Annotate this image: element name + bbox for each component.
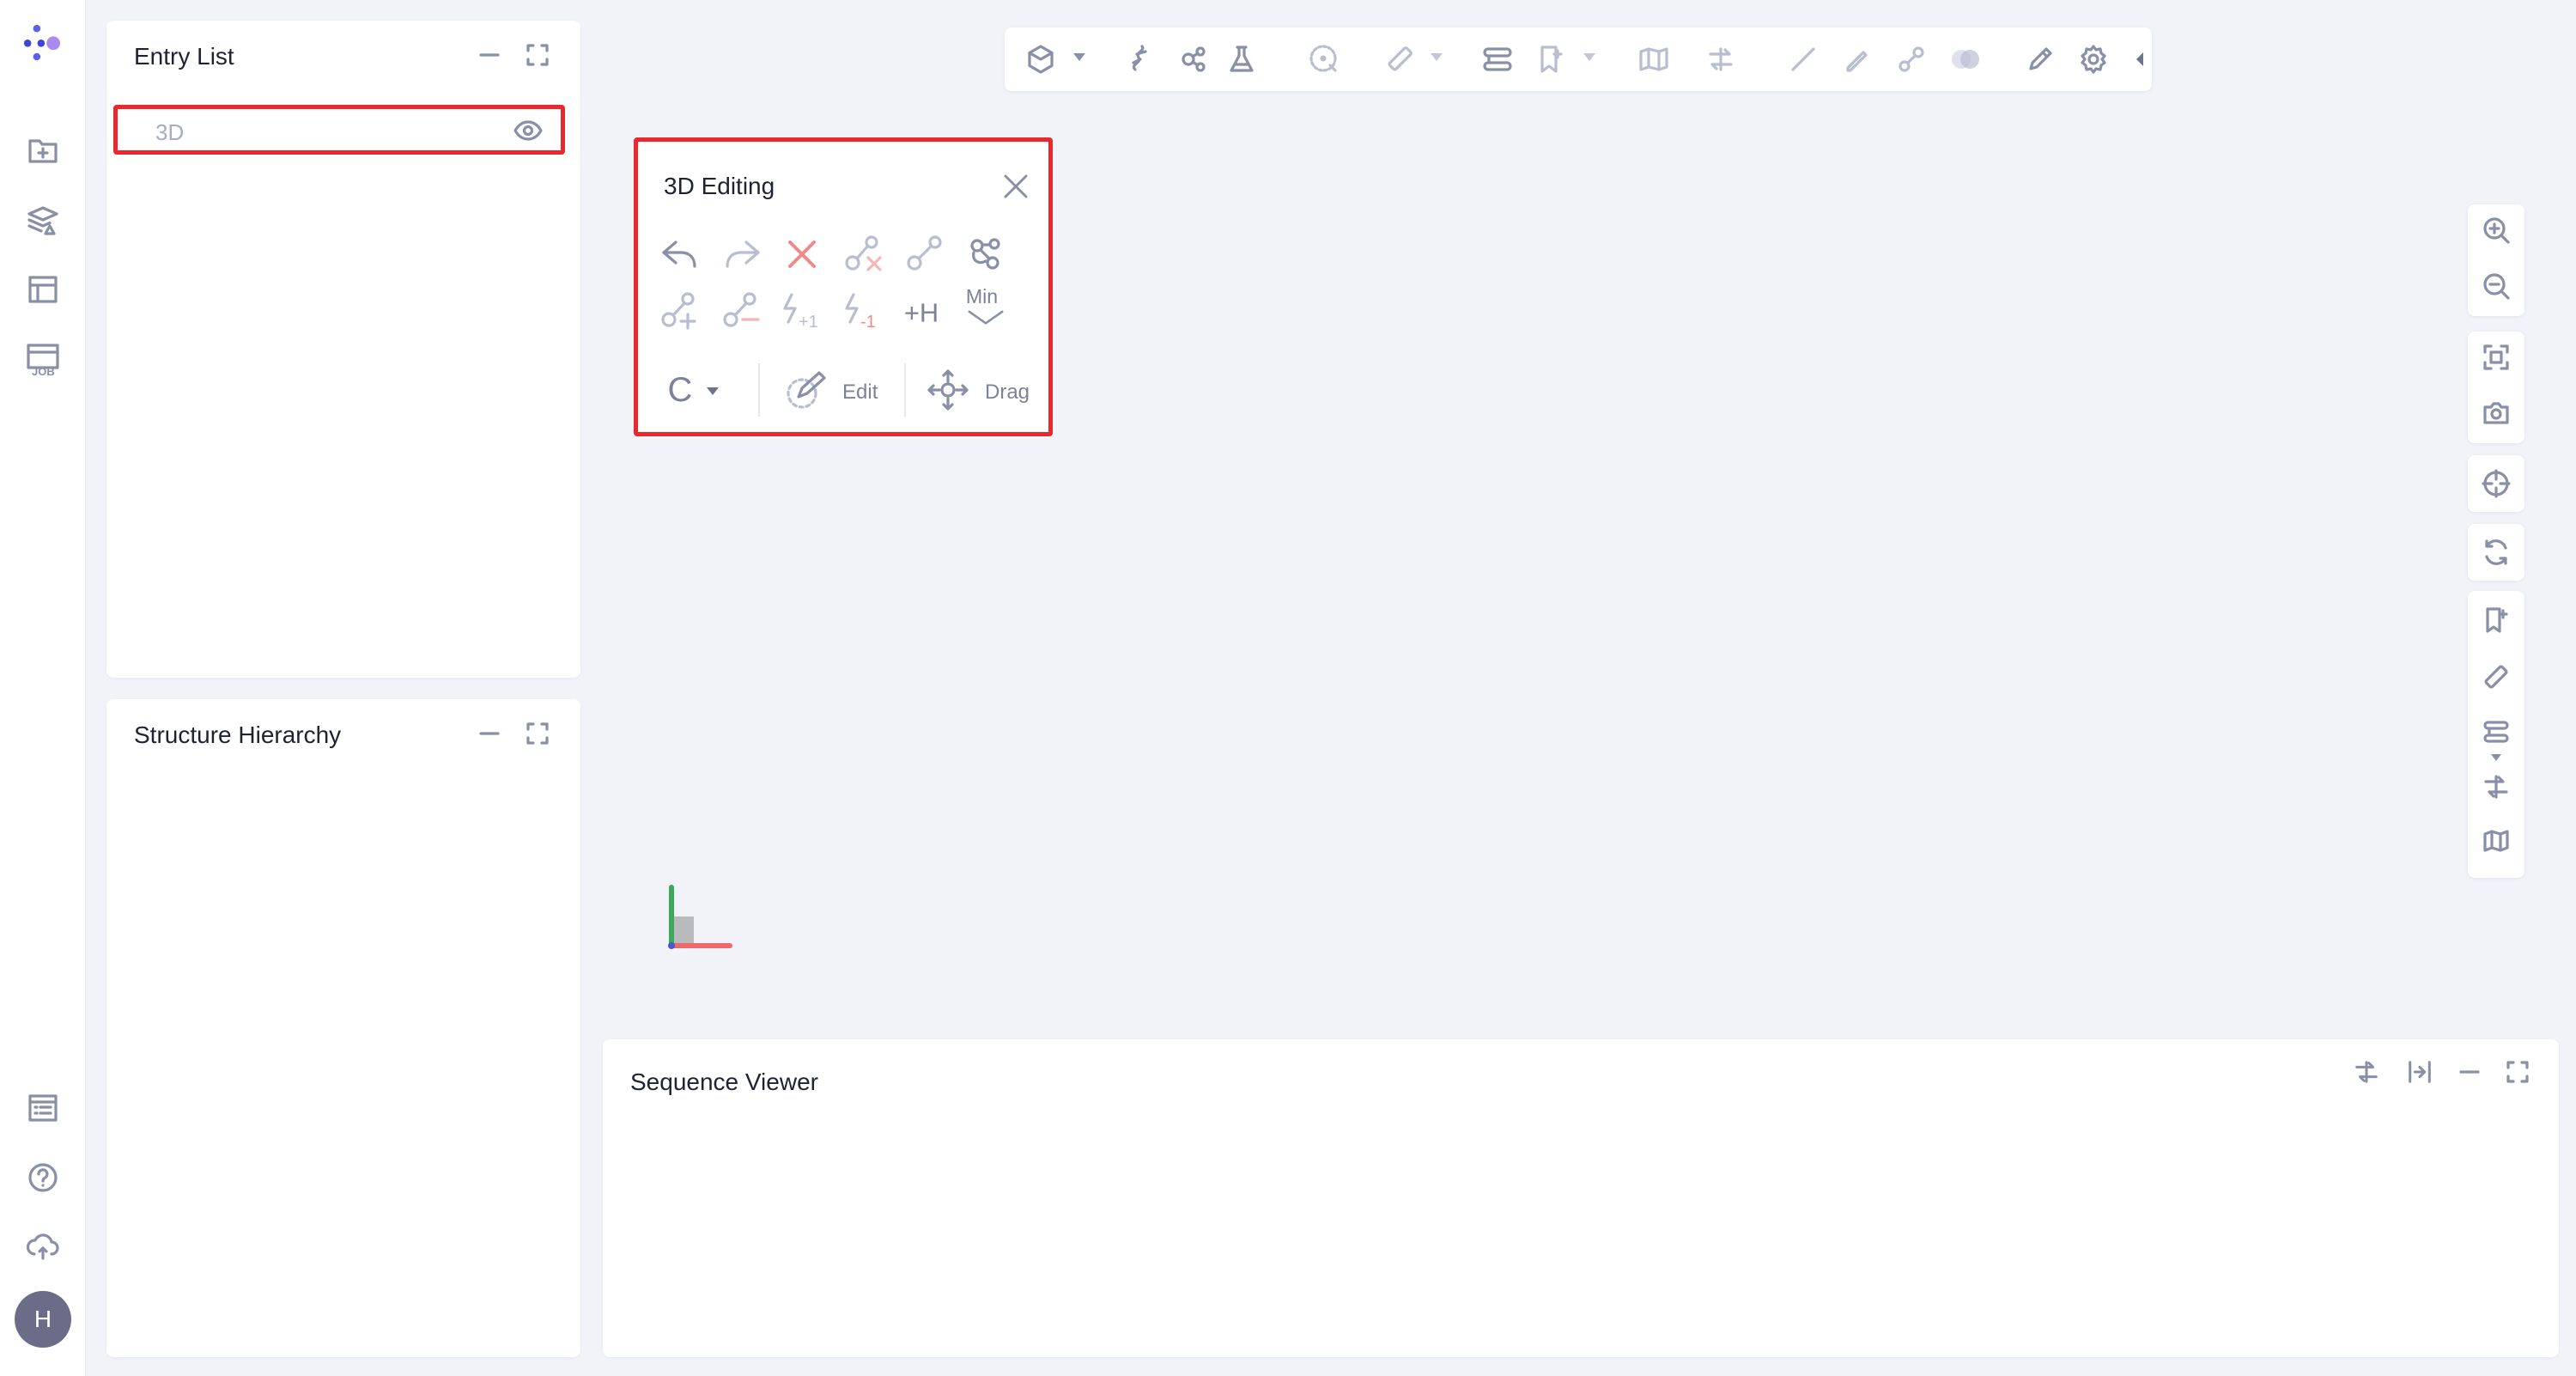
- entry-list-title: Entry List: [134, 43, 234, 70]
- left-rail: JOB H: [0, 0, 86, 1376]
- structure-hierarchy-title: Structure Hierarchy: [134, 721, 342, 748]
- sequence-align-icon[interactable]: [1480, 42, 1515, 76]
- job-icon[interactable]: JOB: [21, 338, 64, 381]
- fit-screen-icon[interactable]: [2479, 340, 2513, 374]
- edit-pen-icon[interactable]: [2023, 42, 2057, 76]
- swap-icon[interactable]: [2479, 770, 2513, 804]
- maximize-icon[interactable]: [520, 38, 555, 72]
- drag-move-icon[interactable]: [925, 367, 971, 413]
- measure-ruler-icon[interactable]: [1382, 42, 1417, 76]
- chevron-down-icon[interactable]: [1583, 53, 1595, 61]
- delete-x-icon[interactable]: [779, 231, 825, 277]
- swap-icon[interactable]: [2349, 1055, 2384, 1089]
- element-label: C: [667, 370, 693, 409]
- chevron-down-icon[interactable]: [1073, 53, 1085, 61]
- collapse-arrow-icon[interactable]: [2136, 52, 2143, 66]
- refresh-icon[interactable]: [2479, 535, 2513, 569]
- measure-ruler-icon[interactable]: [2479, 660, 2513, 694]
- charge-plus-icon[interactable]: +1: [779, 288, 825, 334]
- job-label: JOB: [32, 365, 55, 378]
- reset-group: [2468, 524, 2524, 581]
- new-folder-icon[interactable]: [21, 129, 64, 172]
- center-group: [2468, 455, 2524, 512]
- tools-group: [2468, 591, 2524, 878]
- remove-atom-icon[interactable]: [719, 288, 765, 334]
- chevron-down-icon[interactable]: [707, 387, 719, 395]
- edit-label[interactable]: Edit: [842, 381, 878, 405]
- camera-icon[interactable]: [2479, 396, 2513, 430]
- gear-icon[interactable]: [2076, 42, 2111, 76]
- undo-icon[interactable]: [657, 231, 703, 277]
- sequence-viewer-panel: Sequence Viewer: [603, 1039, 2559, 1357]
- close-icon[interactable]: [1000, 171, 1031, 202]
- editing-title: 3D Editing: [664, 173, 775, 199]
- flask-icon[interactable]: [1224, 42, 1259, 76]
- map-icon[interactable]: [1637, 42, 1671, 76]
- 3d-editing-popup: 3D Editing +1 -1 +H Min C Edit Drag: [634, 137, 1053, 436]
- maximize-icon[interactable]: [520, 716, 555, 751]
- charge-minus-label: -1: [860, 313, 876, 332]
- sequence-viewer-title: Sequence Viewer: [630, 1069, 818, 1095]
- crosshair-icon[interactable]: [2479, 466, 2513, 501]
- redo-icon[interactable]: [719, 231, 765, 277]
- maximize-icon[interactable]: [2500, 1055, 2535, 1089]
- top-toolbar: [1005, 27, 2152, 91]
- pencil-tool-icon[interactable]: [1839, 42, 1874, 76]
- cloud-sync-icon[interactable]: [21, 1225, 64, 1268]
- drag-label[interactable]: Drag: [985, 381, 1030, 405]
- add-hydrogen-button[interactable]: +H: [902, 288, 949, 334]
- layout-icon[interactable]: [21, 268, 64, 311]
- surface-icon[interactable]: [1307, 42, 1341, 76]
- minimize-icon[interactable]: [2452, 1055, 2487, 1089]
- minimize-icon[interactable]: [472, 38, 507, 72]
- list-icon[interactable]: [21, 1087, 64, 1129]
- divider: [904, 363, 906, 417]
- minimize-energy-button[interactable]: Min: [963, 284, 1009, 331]
- sequence-align-icon[interactable]: [2479, 715, 2513, 749]
- swap-icon[interactable]: [1704, 42, 1738, 76]
- capture-group: [2468, 332, 2524, 443]
- entry-item-label: 3D: [155, 119, 185, 145]
- charge-plus-label: +1: [799, 313, 818, 332]
- hexagon-style-icon[interactable]: [1024, 42, 1058, 76]
- molecule-icon[interactable]: [1176, 42, 1211, 76]
- zoom-in-icon[interactable]: [2479, 213, 2513, 247]
- delete-bond-icon[interactable]: [841, 231, 887, 277]
- eye-icon[interactable]: [513, 118, 544, 143]
- chevron-down-icon[interactable]: [2491, 754, 2501, 761]
- axes-indicator: [661, 880, 743, 958]
- zoom-group: [2468, 204, 2524, 316]
- line-tool-icon[interactable]: [1786, 42, 1820, 76]
- add-atom-icon[interactable]: [657, 288, 703, 334]
- entry-item[interactable]: 3D: [113, 105, 565, 155]
- help-icon[interactable]: [21, 1156, 64, 1199]
- bookmark-add-icon[interactable]: [2479, 603, 2513, 637]
- add-bond-icon[interactable]: [902, 231, 949, 277]
- minimize-icon[interactable]: [472, 716, 507, 751]
- divider: [758, 363, 760, 417]
- layers-icon[interactable]: [21, 199, 64, 242]
- element-selector[interactable]: C: [657, 367, 703, 413]
- chevron-down-icon[interactable]: [1431, 53, 1443, 61]
- add-hydrogen-label: +H: [904, 298, 939, 328]
- user-avatar[interactable]: H: [15, 1291, 71, 1348]
- bond-tool-icon[interactable]: [1894, 42, 1929, 76]
- minimize-energy-label: Min: [966, 285, 998, 307]
- ribbon-icon[interactable]: [1123, 42, 1157, 76]
- bookmark-add-icon[interactable]: [1534, 42, 1568, 76]
- overlap-spheres-icon[interactable]: [1949, 42, 1984, 76]
- align-split-icon[interactable]: [2403, 1055, 2437, 1089]
- fragment-icon[interactable]: [963, 231, 1009, 277]
- charge-minus-icon[interactable]: -1: [841, 288, 887, 334]
- entry-list-panel: Entry List 3D: [106, 21, 580, 678]
- map-icon[interactable]: [2479, 825, 2513, 859]
- edit-lasso-icon[interactable]: [784, 367, 830, 413]
- zoom-out-icon[interactable]: [2479, 269, 2513, 303]
- structure-hierarchy-panel: Structure Hierarchy: [106, 699, 580, 1357]
- app-logo-icon[interactable]: [21, 22, 64, 65]
